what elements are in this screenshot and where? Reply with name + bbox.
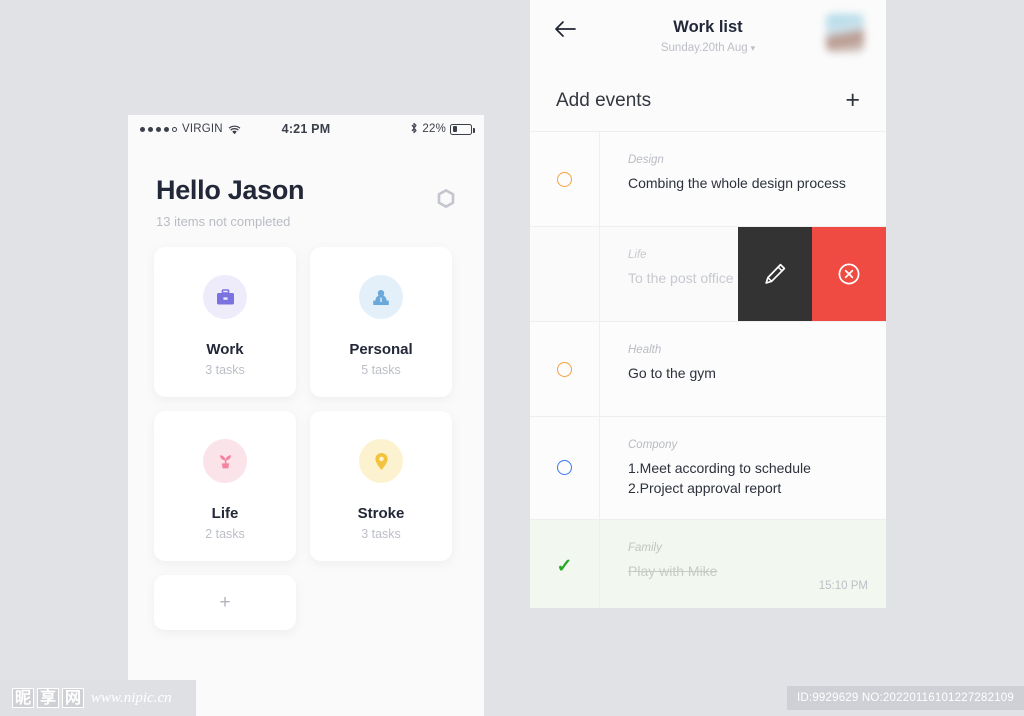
chevron-down-icon: ▾ xyxy=(750,43,756,53)
incomplete-count-label: 13 items not completed xyxy=(156,214,291,229)
task-text: Go to the gym xyxy=(628,365,716,381)
circle-x-icon xyxy=(838,263,860,285)
bluetooth-icon xyxy=(410,122,418,137)
phone-screen-worklist: Work list Sunday.20th Aug ▾ Add events + … xyxy=(530,0,886,608)
status-bar: VIRGIN 4:21 PM 22% xyxy=(128,115,484,143)
carrier-label: VIRGIN xyxy=(182,123,223,135)
site-logo-char: 昵 xyxy=(12,688,35,708)
personal-icon-circle xyxy=(359,275,403,319)
ring-orange-icon[interactable] xyxy=(557,361,572,377)
category-card-work[interactable]: Work 3 tasks xyxy=(154,247,296,397)
task-body: Compony 1.Meet according to schedule 2.P… xyxy=(600,417,886,519)
hexagon-settings-icon[interactable] xyxy=(434,187,458,211)
task-text: Play with Mike xyxy=(628,562,718,579)
briefcase-icon xyxy=(216,288,234,304)
check-green-icon[interactable]: ✓ xyxy=(557,557,573,576)
ring-orange-icon[interactable] xyxy=(557,171,572,187)
task-marker-cell[interactable] xyxy=(530,322,600,416)
swipe-action-panel xyxy=(738,227,886,321)
category-card-count: 5 tasks xyxy=(361,363,401,377)
task-body: Design Combing the whole design process xyxy=(600,132,886,226)
site-logo-char: 享 xyxy=(37,688,60,708)
category-card-stroke[interactable]: Stroke 3 tasks xyxy=(310,411,452,561)
category-card-count: 2 tasks xyxy=(205,527,245,541)
pencil-icon xyxy=(765,263,786,284)
stroke-icon-circle xyxy=(359,439,403,483)
site-watermark: 昵 享 网 www.nipic.cn xyxy=(0,680,196,716)
task-marker-cell[interactable] xyxy=(530,227,600,321)
status-bar-left: VIRGIN xyxy=(140,123,241,135)
category-card-grid: Work 3 tasks Personal 5 tasks Life 2 tas… xyxy=(128,229,484,630)
delete-task-button[interactable] xyxy=(812,227,886,321)
task-row[interactable]: Compony 1.Meet according to schedule 2.P… xyxy=(530,417,886,520)
category-card-count: 3 tasks xyxy=(205,363,245,377)
page-title: Hello Jason xyxy=(156,175,305,205)
battery-icon xyxy=(450,123,475,135)
wifi-icon xyxy=(228,124,241,135)
task-category: Design xyxy=(628,154,664,166)
person-icon xyxy=(373,289,389,305)
life-icon-circle xyxy=(203,439,247,483)
battery-percent-label: 22% xyxy=(422,123,446,135)
task-category: Family xyxy=(628,541,662,554)
map-pin-icon xyxy=(374,452,388,470)
greeting-block: Hello Jason 13 items not completed xyxy=(128,143,484,229)
add-events-row[interactable]: Add events + xyxy=(530,70,886,132)
task-marker-cell[interactable] xyxy=(530,417,600,519)
category-card-title: Personal xyxy=(349,341,413,358)
image-id-watermark: ID:9929629 NO:20220116101227282109 xyxy=(787,686,1024,710)
worklist-date-label: Sunday.20th Aug xyxy=(660,42,748,54)
task-text: 1.Meet according to schedule 2.Project a… xyxy=(628,460,811,497)
category-card-title: Stroke xyxy=(357,505,405,522)
add-event-button[interactable]: + xyxy=(845,88,860,113)
category-card-title: Life xyxy=(211,505,239,522)
add-events-label: Add events xyxy=(556,89,652,111)
status-bar-right: 22% xyxy=(410,122,475,137)
category-card-personal[interactable]: Personal 5 tasks xyxy=(310,247,452,397)
site-watermark-logo: 昵 享 网 xyxy=(12,688,85,708)
category-card-count: 3 tasks xyxy=(361,527,401,541)
avatar[interactable] xyxy=(826,14,864,52)
task-body: Health Go to the gym xyxy=(600,322,886,416)
site-logo-char: 网 xyxy=(62,688,85,708)
screenshot-stage: VIRGIN 4:21 PM 22% Hello Jason 13 items … xyxy=(0,0,1024,716)
worklist-header: Work list Sunday.20th Aug ▾ xyxy=(530,0,886,70)
edit-task-button[interactable] xyxy=(738,227,812,321)
category-card-title: Work xyxy=(206,341,244,358)
work-icon-circle xyxy=(203,275,247,319)
ring-blue-icon[interactable] xyxy=(557,460,572,476)
task-marker-cell[interactable]: ✓ xyxy=(530,519,600,608)
signal-dots-icon xyxy=(140,126,177,132)
site-watermark-url: www.nipic.cn xyxy=(91,689,172,706)
task-text: Combing the whole design process xyxy=(628,175,846,191)
plant-sprout-icon xyxy=(219,455,231,469)
task-marker-cell[interactable] xyxy=(530,132,600,226)
task-row[interactable]: Health Go to the gym xyxy=(530,322,886,417)
phone-screen-home: VIRGIN 4:21 PM 22% Hello Jason 13 items … xyxy=(128,115,484,716)
task-row-completed[interactable]: ✓ Family Play with Mike 15:10 PM xyxy=(530,519,886,608)
category-card-life[interactable]: Life 2 tasks xyxy=(154,411,296,561)
task-category: Health xyxy=(628,344,662,356)
task-category: Compony xyxy=(628,439,678,451)
add-category-button[interactable]: + xyxy=(154,575,296,630)
task-row[interactable]: Design Combing the whole design process xyxy=(530,132,886,227)
task-body: Family Play with Mike 15:10 PM xyxy=(600,520,886,608)
task-time: 15:10 PM xyxy=(818,579,868,592)
back-arrow-icon[interactable] xyxy=(554,20,576,38)
task-row-swiped[interactable]: Life To the post office to take delivery xyxy=(530,227,886,322)
